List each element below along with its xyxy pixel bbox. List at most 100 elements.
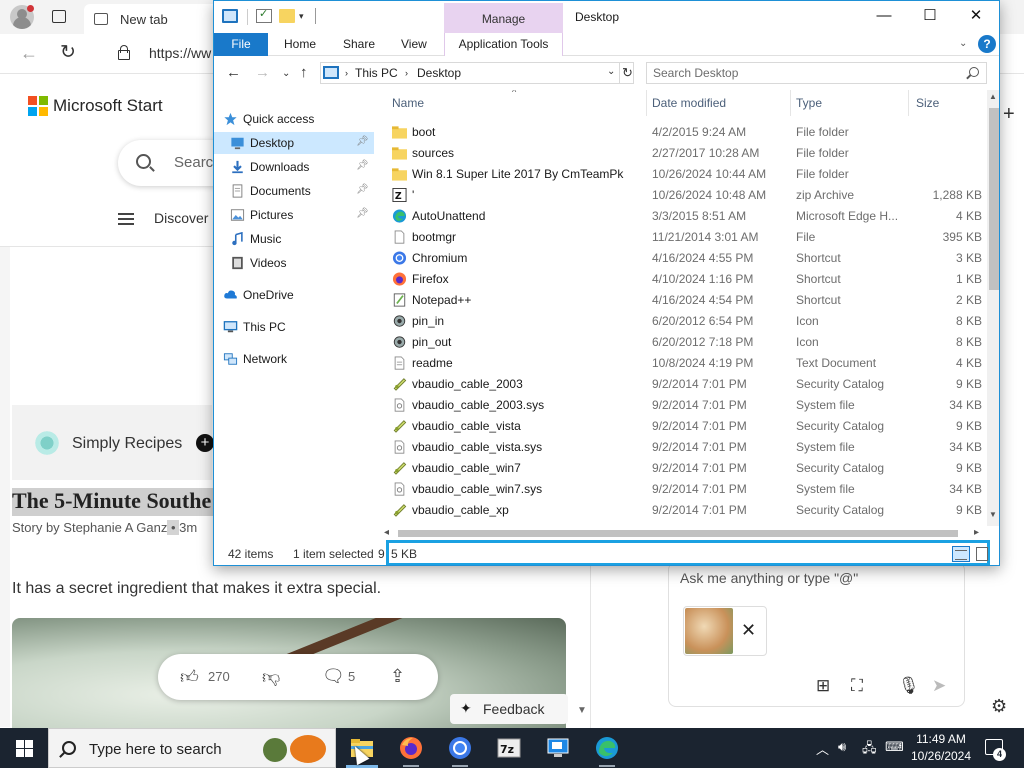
column-header-name[interactable]: Name <box>392 96 424 110</box>
forward-arrow-icon[interactable]: → <box>255 64 270 81</box>
scrollbar-thumb[interactable] <box>989 108 999 290</box>
scrollbar-thumb[interactable] <box>398 530 958 537</box>
file-row[interactable]: bootmgr 11/21/2014 3:01 AM File 395 KB <box>384 227 987 248</box>
column-divider[interactable] <box>790 90 791 116</box>
network-icon[interactable]: 🖧 <box>862 739 877 761</box>
nav-item-this-pc[interactable]: This PC <box>214 316 374 338</box>
file-row[interactable]: AutoUnattend 3/3/2015 8:51 AM Microsoft Ed… <box>384 206 987 227</box>
taskbar-edge[interactable] <box>583 728 631 768</box>
pin-icon[interactable]: 📌︎ <box>356 136 369 147</box>
horizontal-scrollbar[interactable]: ◂ ▸ <box>384 526 987 540</box>
file-row[interactable]: Chromium 4/16/2024 4:55 PM Shortcut 3 KB <box>384 248 987 269</box>
add-icon[interactable]: + <box>1003 103 1015 126</box>
nav-item-downloads[interactable]: Downloads 📌︎ <box>214 156 374 178</box>
like-icon[interactable]: 👍︎ <box>180 666 199 688</box>
refresh-icon[interactable]: ↻ <box>60 41 76 64</box>
nav-item-documents[interactable]: Documents 📌︎ <box>214 180 374 202</box>
back-arrow-icon[interactable]: ← <box>20 43 38 64</box>
nav-item-pictures[interactable]: Pictures 📌︎ <box>214 204 374 226</box>
scroll-left-arrow-icon[interactable]: ◂ <box>384 527 389 538</box>
search-highlight-pumpkin-icon[interactable] <box>263 738 287 762</box>
send-icon[interactable]: ➤ <box>932 676 946 696</box>
ime-icon[interactable]: ⌨ <box>885 739 904 755</box>
lock-icon[interactable] <box>117 45 130 60</box>
system-clock[interactable]: 11:49 AM 10/26/2024 <box>905 731 977 765</box>
dislike-icon[interactable]: 👎︎ <box>262 666 280 688</box>
manage-context-tab[interactable]: Manage <box>444 3 563 33</box>
nav-item-onedrive[interactable]: OneDrive <box>214 284 374 306</box>
file-row[interactable]: Win 8.1 Super Lite 2017 By CmTeamPk 10/26… <box>384 164 987 185</box>
pin-icon[interactable]: 📌︎ <box>356 208 369 219</box>
file-row[interactable]: Notepad++ 4/16/2024 4:54 PM Shortcut 2 KB <box>384 290 987 311</box>
column-header-type[interactable]: Type <box>796 96 822 110</box>
publisher-name[interactable]: Simply Recipes <box>72 435 182 453</box>
file-row[interactable]: boot 4/2/2015 9:24 AM File folder <box>384 122 987 143</box>
nav-item-quick-access[interactable]: Quick access <box>214 108 374 130</box>
properties-icon[interactable] <box>256 7 272 23</box>
file-row[interactable]: readme 10/8/2024 4:19 PM Text Document 4 KB <box>384 353 987 374</box>
breadcrumb-chevron-icon[interactable]: › <box>405 68 408 78</box>
browser-tab-new-tab[interactable]: New tab <box>84 4 224 34</box>
taskbar-7zip[interactable]: 7z <box>485 728 533 768</box>
scroll-down-arrow-icon[interactable]: ▼ <box>577 705 587 716</box>
taskbar-firefox[interactable] <box>387 728 435 768</box>
nav-item-videos[interactable]: Videos <box>214 252 374 274</box>
scroll-down-arrow-icon[interactable]: ▼ <box>989 510 997 519</box>
windows-start-icon[interactable] <box>16 740 33 757</box>
follow-plus-icon[interactable]: + <box>196 434 214 452</box>
brand-title[interactable]: Microsoft Start <box>53 96 163 116</box>
column-header-date-modified[interactable]: Date modified <box>652 96 726 110</box>
copilot-placeholder[interactable]: Ask me anything or type "@" <box>680 570 858 586</box>
file-row[interactable]: vbaudio_cable_vista.sys 9/2/2014 7:01 PM S… <box>384 437 987 458</box>
nav-item-desktop[interactable]: Desktop 📌︎ <box>214 132 374 154</box>
file-row[interactable]: pin_in 6/20/2012 6:54 PM Icon 8 KB <box>384 311 987 332</box>
file-row[interactable]: vbaudio_cable_2003 9/2/2014 7:01 PM Securi… <box>384 374 987 395</box>
taskbar-remote-desktop[interactable] <box>534 728 582 768</box>
nav-item-music[interactable]: Music <box>214 228 374 250</box>
tab-actions-icon[interactable] <box>52 10 66 23</box>
breadcrumb-this-pc[interactable]: This PC <box>355 66 398 80</box>
details-view-icon[interactable] <box>952 546 970 562</box>
volume-icon[interactable]: 🔊︎ <box>838 739 846 755</box>
file-row[interactable]: vbaudio_cable_2003.sys 9/2/2014 7:01 PM Sy… <box>384 395 987 416</box>
feedback-button[interactable]: ✦ Feedback <box>450 694 568 724</box>
settings-gear-icon[interactable]: ⚙ <box>991 696 1007 717</box>
file-row[interactable]: Z ' 10/26/2024 10:48 AM zip Archive 1,288 KB <box>384 185 987 206</box>
up-arrow-icon[interactable]: ↑ <box>300 64 308 81</box>
share-icon[interactable]: ⇪ <box>390 666 405 687</box>
file-row[interactable]: vbaudio_cable_xp 9/2/2014 7:01 PM Security… <box>384 500 987 520</box>
pin-icon[interactable]: 📌︎ <box>356 160 369 171</box>
refresh-icon[interactable]: ↻ <box>619 63 635 83</box>
search-highlight-pumpkin-icon[interactable] <box>290 735 326 763</box>
ribbon-tab-share[interactable]: Share <box>343 33 375 56</box>
taskbar-chromium[interactable] <box>436 728 484 768</box>
customize-quick-access-icon[interactable]: ▾ <box>299 11 304 22</box>
show-hidden-icons-icon[interactable]: ︿ <box>816 739 829 758</box>
back-arrow-icon[interactable]: ← <box>226 64 241 81</box>
address-bar-url[interactable]: https://ww <box>149 45 211 61</box>
search-box[interactable] <box>646 62 987 84</box>
breadcrumb-chevron-icon[interactable]: › <box>345 68 348 78</box>
ribbon-tab-file[interactable]: File <box>214 33 268 56</box>
address-box[interactable]: › This PC › Desktop ⌄ ↻ <box>320 62 634 84</box>
breadcrumb-desktop[interactable]: Desktop <box>417 66 461 80</box>
column-header-size[interactable]: Size <box>916 96 939 110</box>
file-row[interactable]: sources 2/27/2017 10:28 AM File folder <box>384 143 987 164</box>
scroll-up-arrow-icon[interactable]: ▲ <box>989 92 997 101</box>
address-history-icon[interactable]: ⌄ <box>607 66 615 77</box>
minimize-button[interactable]: — <box>861 1 907 33</box>
scroll-right-arrow-icon[interactable]: ▸ <box>974 527 979 538</box>
search-input[interactable] <box>653 65 953 81</box>
new-folder-icon[interactable] <box>279 9 295 23</box>
close-button[interactable]: ✕ <box>953 1 999 33</box>
screenshot-icon[interactable]: ⛶ <box>851 676 863 696</box>
vertical-scrollbar[interactable]: ▲ ▼ <box>987 90 999 526</box>
discover-link[interactable]: Discover <box>154 210 208 226</box>
file-row[interactable]: vbaudio_cable_vista 9/2/2014 7:01 PM Secur… <box>384 416 987 437</box>
file-row[interactable]: Firefox 4/10/2024 1:16 PM Shortcut 1 KB <box>384 269 987 290</box>
add-image-icon[interactable]: ⊞ <box>816 676 830 696</box>
file-row[interactable]: vbaudio_cable_win7 9/2/2014 7:01 PM Securi… <box>384 458 987 479</box>
expand-ribbon-icon[interactable]: ⌄ <box>959 38 967 49</box>
ribbon-tab-home[interactable]: Home <box>284 33 316 56</box>
menu-icon[interactable] <box>118 213 134 225</box>
